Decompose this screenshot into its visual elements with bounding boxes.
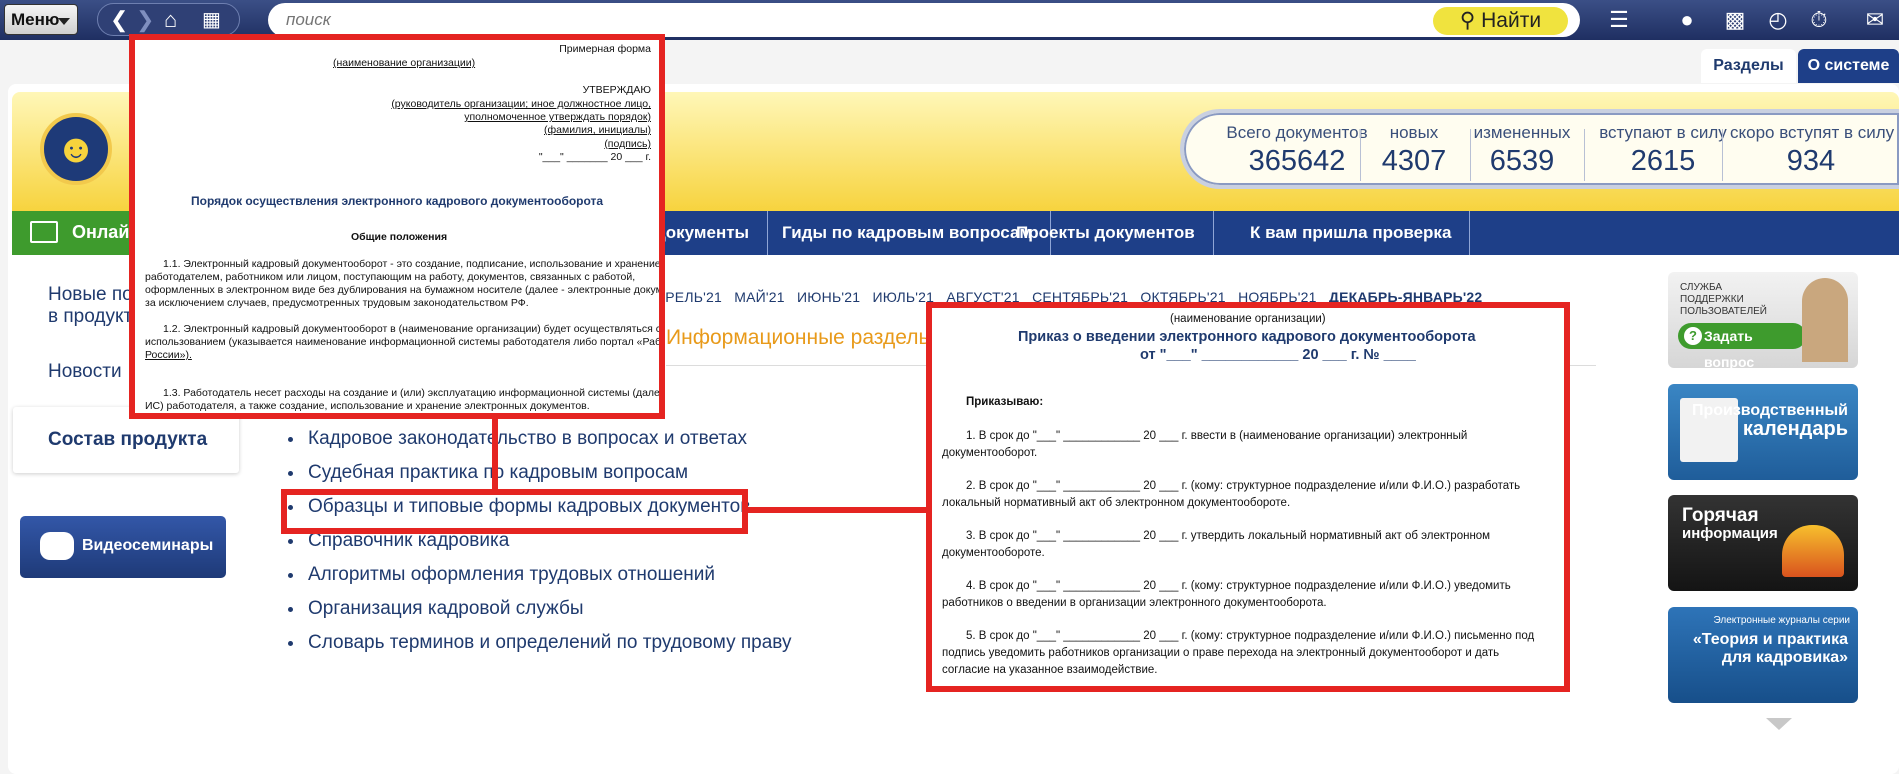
tab-sections[interactable]: Разделы	[1701, 49, 1796, 83]
stat-total[interactable]: Всего документов 365642	[1214, 123, 1380, 178]
clock-icon[interactable]: ◴	[1765, 7, 1791, 33]
back-icon[interactable]: ❮	[110, 9, 128, 31]
user-icon[interactable]: ●	[1674, 7, 1700, 33]
nav-controls: ❮ ❯ ⌂ ▦	[97, 3, 240, 36]
document-stats: Всего документов 365642 новых 4307 изменен…	[1180, 109, 1899, 189]
connector-line	[744, 507, 926, 513]
chat-bubble-icon	[40, 532, 74, 560]
connector-line	[492, 419, 498, 491]
monitor-icon	[30, 221, 58, 243]
product-logo-icon: ☻	[40, 113, 112, 185]
month-link[interactable]: ИЮНЬ'21	[797, 289, 860, 305]
video-seminars-button[interactable]: Видеосеминары	[20, 516, 226, 578]
hot-info-card[interactable]: Горячая информация	[1668, 495, 1858, 591]
stat-upcoming[interactable]: скоро вступят в силу 934	[1730, 123, 1894, 178]
folder-icon[interactable]: ▩	[1722, 7, 1748, 33]
month-link[interactable]: МАЙ'21	[734, 289, 785, 305]
month-link[interactable]: ПРЕЛЬ'21	[655, 289, 722, 305]
news-link[interactable]: Новости	[48, 361, 122, 383]
search-icon: ⚲	[1459, 9, 1476, 32]
stat-changed[interactable]: измененных 6539	[1460, 123, 1584, 178]
month-link[interactable]: ИЮЛЬ'21	[872, 289, 934, 305]
journal-title: «Теория и практика для кадровика»	[1692, 631, 1848, 666]
stat-new[interactable]: новых 4307	[1370, 123, 1458, 178]
search-bar: ⚲ Найти	[268, 3, 1580, 37]
support-card[interactable]: СЛУЖБА ПОДДЕРЖКИ ПОЛЬЗОВАТЕЛЕЙ ? Задать воп…	[1668, 272, 1858, 368]
journal-card[interactable]: Электронные журналы серии «Теория и прак…	[1668, 607, 1858, 703]
document-preview-procedure: Примерная форма (наименование организаци…	[135, 40, 659, 413]
tab-about[interactable]: О системе	[1798, 49, 1899, 83]
stopwatch-icon[interactable]: ⏱	[1806, 7, 1832, 33]
journal-series-label: Электронные журналы серии	[1713, 615, 1850, 626]
hamburger-icon[interactable]: ☰	[1606, 7, 1632, 33]
calendar-card[interactable]: Производственный календарь	[1668, 384, 1858, 480]
support-label: СЛУЖБА ПОДДЕРЖКИ ПОЛЬЗОВАТЕЛЕЙ	[1680, 282, 1767, 317]
hot-info-label: Горячая информация	[1682, 505, 1778, 542]
home-icon[interactable]: ⌂	[164, 9, 177, 31]
nav-item-drafts[interactable]: Проекты документов	[998, 211, 1214, 255]
fire-icon	[1782, 525, 1844, 577]
search-input[interactable]	[286, 9, 1386, 31]
highlight-frame	[281, 489, 748, 534]
menu-label: Меню	[11, 10, 60, 29]
menu-button[interactable]: Меню	[4, 4, 78, 35]
new-in-product-link[interactable]: Новые по в продукт	[48, 284, 133, 328]
nav-item-inspection[interactable]: К вам пришла проверка	[1232, 211, 1471, 255]
document-preview-order: (наименование организации) Приказ о введ…	[932, 308, 1564, 686]
calendar-label: Производственный календарь	[1691, 402, 1848, 440]
product-contents-label: Состав продукта	[48, 429, 208, 450]
operator-avatar	[1802, 278, 1848, 362]
scroll-down-icon[interactable]	[1766, 718, 1792, 730]
ask-question-button[interactable]: ? Задать вопрос	[1678, 323, 1806, 368]
grid-icon[interactable]: ▦	[202, 10, 221, 30]
chevron-down-icon	[58, 18, 70, 25]
find-button[interactable]: ⚲ Найти	[1433, 7, 1568, 35]
video-seminars-label: Видеосеминары	[82, 537, 214, 554]
chat-icon[interactable]: ✉	[1862, 7, 1888, 33]
question-icon: ?	[1684, 327, 1702, 345]
section-title: Информационные раздель	[666, 326, 930, 349]
find-label: Найти	[1481, 9, 1542, 32]
forward-icon[interactable]: ❯	[136, 9, 154, 31]
